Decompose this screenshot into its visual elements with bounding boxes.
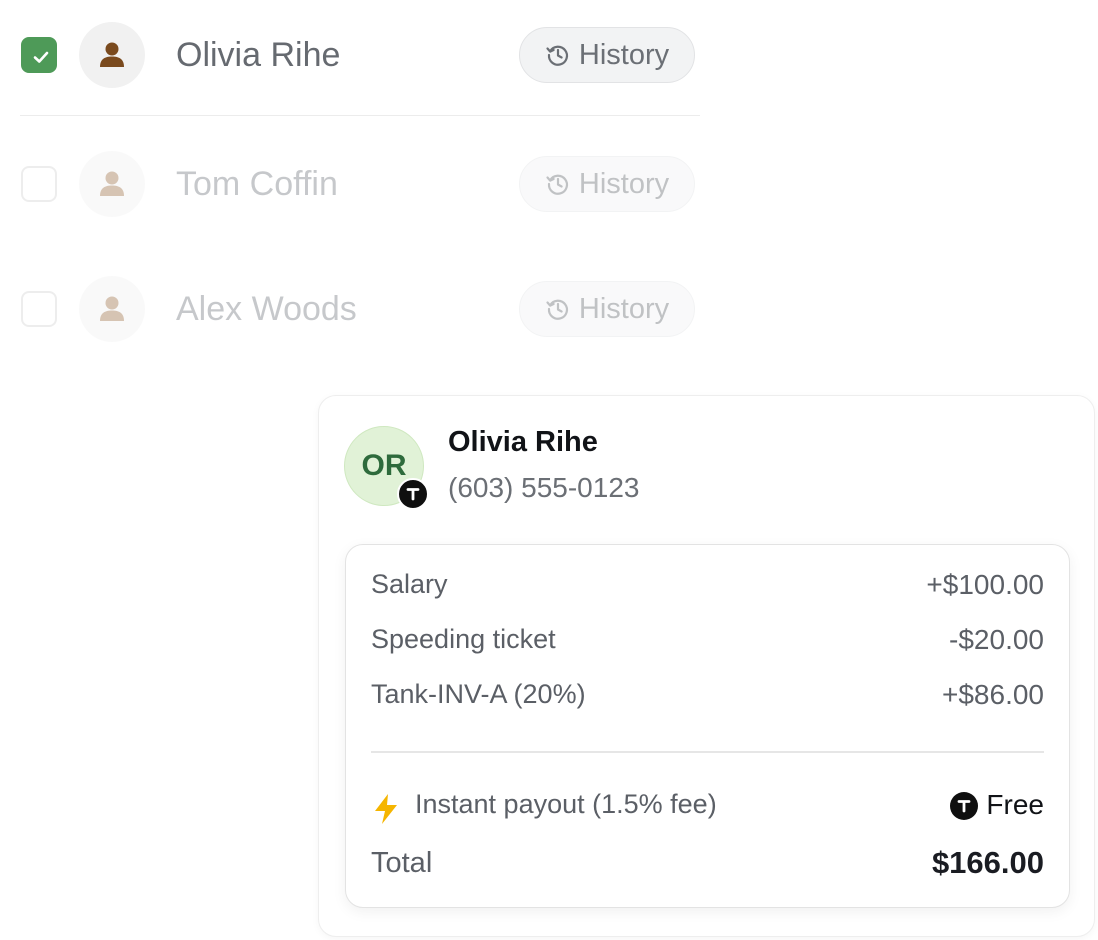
person-icon (100, 171, 124, 196)
history-icon (546, 174, 568, 195)
history-button[interactable]: History (519, 281, 695, 337)
instant-payout-row: Instant payout (1.5% fee) Free (371, 789, 1044, 829)
line-item-amount: +$86.00 (942, 679, 1044, 710)
person-icon (100, 296, 124, 321)
person-name: Alex Woods (176, 290, 357, 328)
total-amount: $166.00 (931, 845, 1044, 880)
select-checkbox[interactable] (21, 37, 57, 73)
payout-card: OR Olivia Rihe (603) 555-0123 Salary +$1… (318, 395, 1095, 937)
divider (20, 115, 700, 116)
history-icon (546, 45, 568, 66)
line-item-label: Speeding ticket (371, 624, 556, 654)
total-row: Total $166.00 (371, 845, 1044, 889)
select-checkbox[interactable] (21, 291, 57, 327)
history-button[interactable]: History (519, 156, 695, 212)
checkmark-icon (33, 51, 49, 63)
history-label: History (578, 38, 670, 71)
payout-breakdown: Salary +$100.00 Speeding ticket -$20.00 … (345, 544, 1070, 908)
person-icon (100, 42, 124, 67)
instant-payout-label: Instant payout (1.5% fee) (415, 789, 717, 819)
recipient-name: Olivia Rihe (448, 426, 598, 458)
history-button[interactable]: History (519, 27, 695, 83)
history-label: History (578, 292, 670, 325)
line-item-amount: +$100.00 (926, 569, 1044, 600)
line-item-label: Tank-INV-A (20%) (371, 679, 586, 709)
person-name: Tom Coffin (176, 165, 338, 203)
history-icon (546, 299, 568, 320)
person-name: Olivia Rihe (176, 36, 341, 74)
line-item: Speeding ticket -$20.00 (371, 624, 1044, 664)
payout-fee: Free (950, 789, 1044, 829)
avatar (79, 276, 145, 342)
payout-fee-value: Free (986, 789, 1044, 820)
t-badge-icon (397, 478, 429, 510)
select-checkbox[interactable] (21, 166, 57, 202)
line-item: Salary +$100.00 (371, 569, 1044, 609)
person-row: Alex Woods History (0, 264, 700, 354)
history-label: History (578, 167, 670, 200)
person-row: Olivia Rihe History (0, 10, 700, 100)
line-item: Tank-INV-A (20%) +$86.00 (371, 679, 1044, 719)
person-row: Tom Coffin History (0, 139, 700, 229)
avatar (79, 22, 145, 88)
lightning-icon (375, 794, 397, 824)
total-label: Total (371, 847, 433, 879)
line-item-label: Salary (371, 569, 448, 599)
line-item-amount: -$20.00 (949, 624, 1044, 655)
recipient-phone: (603) 555-0123 (448, 472, 640, 503)
divider (371, 751, 1044, 753)
t-badge-icon (950, 792, 979, 820)
avatar (79, 151, 145, 217)
